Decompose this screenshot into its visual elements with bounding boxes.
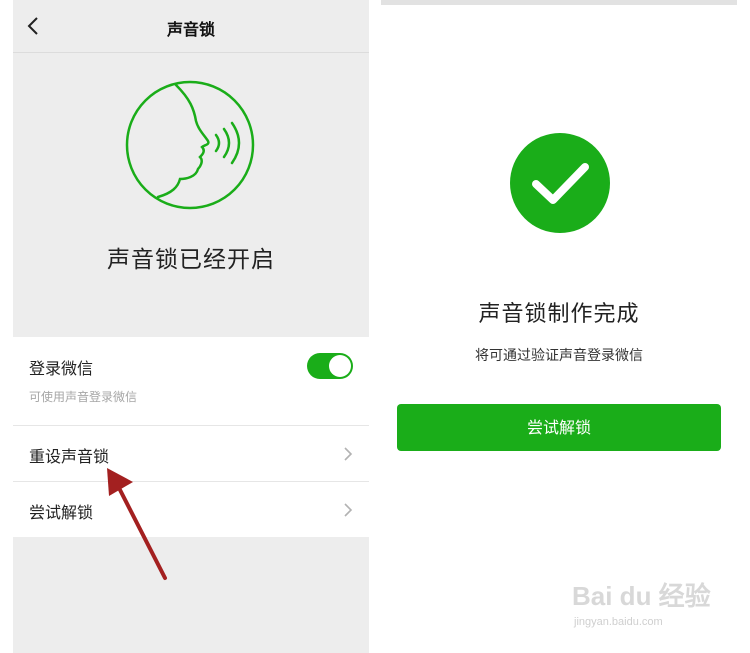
complete-description: 将可通过验证声音登录微信 [475,348,643,364]
login-wechat-hint: 可使用声音登录微信 [29,390,138,404]
voice-face-icon [125,80,255,210]
complete-title: 声音锁制作完成 [478,302,640,327]
login-wechat-label: 登录微信 [29,359,94,378]
try-unlock-label: 尝试解锁 [29,503,94,522]
chevron-right-icon [344,503,353,517]
settings-list: 登录微信 可使用声音登录微信 重设声音锁 尝试解锁 [13,337,369,537]
voice-lock-complete-screen: 声音锁制作完成 将可通过验证声音登录微信 尝试解锁 [381,0,737,653]
reset-voice-lock-label: 重设声音锁 [29,447,110,466]
login-wechat-row: 登录微信 可使用声音登录微信 [13,337,369,426]
try-unlock-button[interactable]: 尝试解锁 [397,404,721,451]
toggle-knob [329,355,351,377]
login-wechat-toggle[interactable] [307,353,353,379]
navigation-bar: 声音锁 [13,0,369,53]
check-icon [532,163,589,204]
status-strip [381,0,737,5]
page-title: 声音锁 [166,20,215,39]
check-circle-icon [510,133,610,233]
chevron-right-icon [344,447,353,461]
reset-voice-lock-row[interactable]: 重设声音锁 [13,426,369,482]
try-unlock-row[interactable]: 尝试解锁 [13,482,369,537]
voice-lock-settings-screen: 声音锁 声音锁已经开启 登录微信 可使用声音登录微信 重设声音锁 尝试解锁 [13,0,369,653]
voice-lock-status-text: 声音锁已经开启 [107,247,275,273]
